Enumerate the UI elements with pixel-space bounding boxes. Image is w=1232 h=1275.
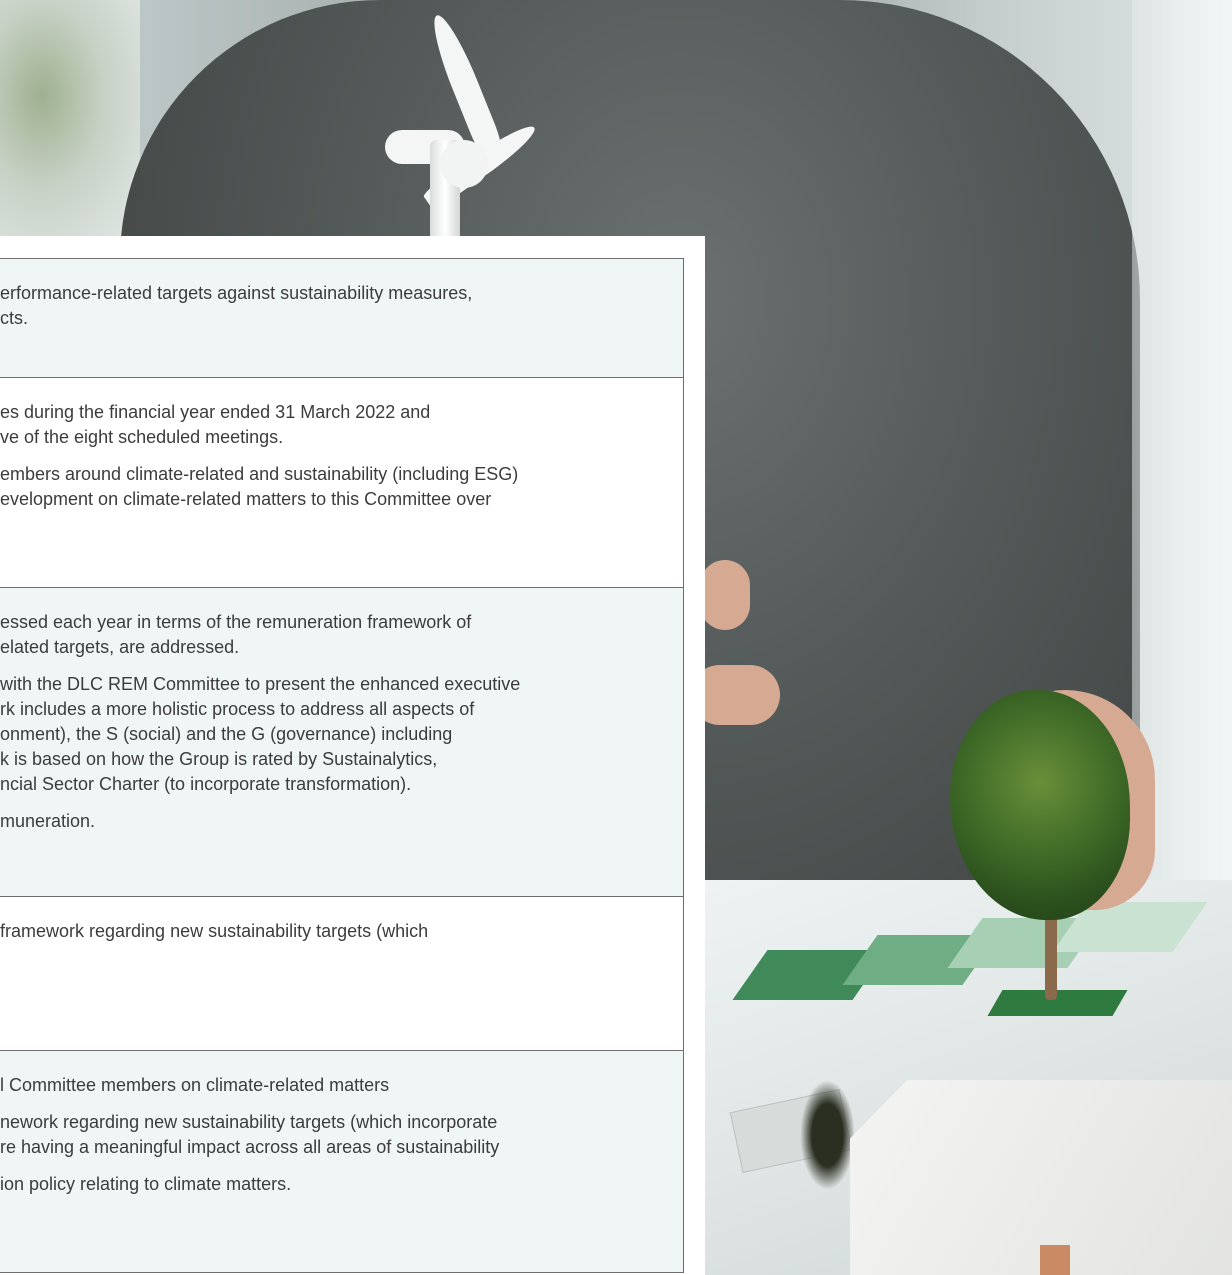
wind-turbine-hub	[440, 140, 488, 188]
table-row: erformance-related targets against susta…	[0, 259, 683, 377]
table-row: framework regarding new sustainability t…	[0, 896, 683, 1050]
text-line: erformance-related targets against susta…	[0, 283, 473, 303]
paragraph: erformance-related targets against susta…	[0, 281, 683, 331]
table-row: l Committee members on climate-related m…	[0, 1050, 683, 1272]
paragraph: with the DLC REM Committee to present th…	[0, 672, 683, 797]
text-line: muneration.	[0, 811, 96, 831]
text-line: onment), the S (social) and the G (gover…	[0, 724, 453, 744]
hand	[700, 560, 750, 630]
text-line: es during the financial year ended 31 Ma…	[0, 402, 431, 422]
table-row: es during the financial year ended 31 Ma…	[0, 377, 683, 587]
house-accent	[1040, 1245, 1070, 1275]
text-line: cts.	[0, 308, 29, 328]
text-line: rk includes a more holistic process to a…	[0, 699, 475, 719]
text-line: ion policy relating to climate matters.	[0, 1174, 292, 1194]
text-line: essed each year in terms of the remunera…	[0, 612, 472, 632]
text-line: ve of the eight scheduled meetings.	[0, 427, 284, 447]
text-line: with the DLC REM Committee to present th…	[0, 674, 521, 694]
paragraph: ion policy relating to climate matters.	[0, 1172, 683, 1197]
table-row: essed each year in terms of the remunera…	[0, 587, 683, 896]
paragraph: es during the financial year ended 31 Ma…	[0, 400, 683, 450]
text-line: ncial Sector Charter (to incorporate tra…	[0, 774, 412, 794]
paragraph: embers around climate-related and sustai…	[0, 462, 683, 512]
paragraph: essed each year in terms of the remunera…	[0, 610, 683, 660]
document-panel: erformance-related targets against susta…	[0, 236, 705, 1275]
text-line: embers around climate-related and sustai…	[0, 464, 519, 484]
blurred-plant	[0, 0, 140, 240]
text-line: nework regarding new sustainability targ…	[0, 1112, 498, 1132]
paragraph: l Committee members on climate-related m…	[0, 1073, 683, 1098]
text-line: l Committee members on climate-related m…	[0, 1075, 390, 1095]
text-line: framework regarding new sustainability t…	[0, 921, 429, 941]
text-line: evelopment on climate-related matters to…	[0, 489, 492, 509]
text-line: elated targets, are addressed.	[0, 637, 240, 657]
paragraph: nework regarding new sustainability targ…	[0, 1110, 683, 1160]
paragraph: framework regarding new sustainability t…	[0, 919, 683, 944]
text-line: re having a meaningful impact across all…	[0, 1137, 500, 1157]
small-tree-model	[800, 1080, 855, 1190]
paragraph: muneration.	[0, 809, 683, 834]
text-line: k is based on how the Group is rated by …	[0, 749, 438, 769]
committee-table: erformance-related targets against susta…	[0, 258, 684, 1273]
tree-model-base	[987, 990, 1128, 1016]
